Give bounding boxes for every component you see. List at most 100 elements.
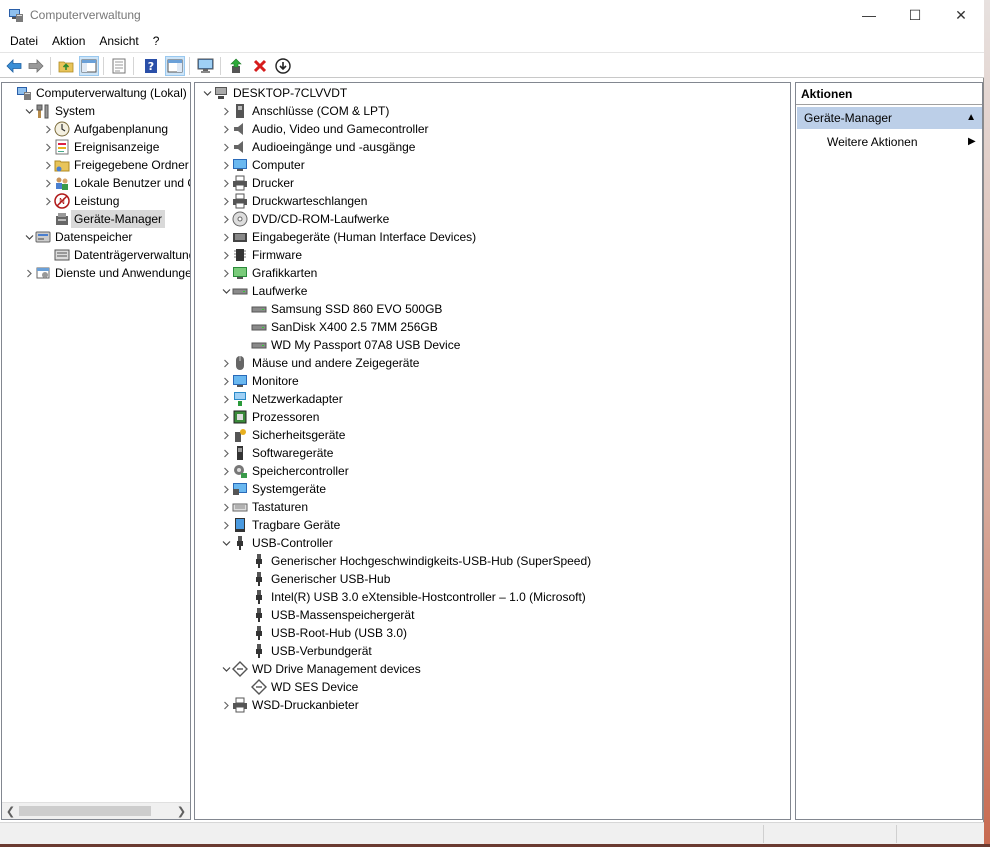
expand-closed-icon[interactable] [220, 210, 232, 228]
expand-open-icon[interactable] [201, 84, 213, 102]
device-generischer-hochgeschwindigkeits-usb-hub-superspeed[interactable]: Generischer Hochgeschwindigkeits-USB-Hub… [239, 552, 591, 570]
nav-system[interactable]: System [23, 102, 95, 120]
device-tree-pane[interactable]: DESKTOP-7CLVVDT Anschlüsse (COM & LPT) Aud… [194, 82, 791, 820]
show-hide-console-tree-button[interactable] [79, 56, 99, 76]
device-prozessoren[interactable]: Prozessoren [220, 408, 319, 426]
close-button[interactable]: ✕ [938, 0, 984, 30]
show-action-pane-button[interactable] [165, 56, 185, 76]
forward-button[interactable] [26, 56, 46, 76]
expand-closed-icon[interactable] [220, 498, 232, 516]
expand-closed-icon[interactable] [42, 156, 54, 174]
expand-open-icon[interactable] [23, 102, 35, 120]
expand-closed-icon[interactable] [220, 390, 232, 408]
nav-gerate-manager[interactable]: Geräte-Manager [42, 210, 166, 228]
expand-closed-icon[interactable] [220, 264, 232, 282]
expand-closed-icon[interactable] [42, 192, 54, 210]
device-firmware[interactable]: Firmware [220, 246, 302, 264]
device-computer[interactable]: Computer [220, 156, 305, 174]
expand-closed-icon[interactable] [220, 228, 232, 246]
expand-closed-icon[interactable] [42, 138, 54, 156]
expand-closed-icon[interactable] [220, 120, 232, 138]
device-sicherheitsgerate[interactable]: Sicherheitsgeräte [220, 426, 345, 444]
scroll-left-icon[interactable]: ❮ [2, 803, 19, 819]
device-desktop-7clvvdt[interactable]: DESKTOP-7CLVVDT [201, 84, 347, 102]
menu-datei[interactable]: Datei [3, 31, 45, 51]
device-tastaturen[interactable]: Tastaturen [220, 498, 308, 516]
menu-aktion[interactable]: Aktion [45, 31, 92, 51]
console-tree-pane[interactable]: Computerverwaltung (Lokal) System Aufgaben… [1, 82, 191, 820]
nav-aufgabenplanung[interactable]: Aufgabenplanung [42, 120, 168, 138]
device-eingabegerate-human-interface-devices[interactable]: Eingabegeräte (Human Interface Devices) [220, 228, 476, 246]
expand-closed-icon[interactable] [220, 102, 232, 120]
device-audioeingange-und-ausgange[interactable]: Audioeingänge und -ausgänge [220, 138, 415, 156]
device-wd-my-passport-07a8-usb-device[interactable]: WD My Passport 07A8 USB Device [239, 336, 460, 354]
up-folder-button[interactable] [56, 56, 76, 76]
expand-closed-icon[interactable] [23, 264, 35, 282]
device-usb-root-hub-usb-3-0[interactable]: USB-Root-Hub (USB 3.0) [239, 624, 407, 642]
device-usb-massenspeichergerat[interactable]: USB-Massenspeichergerät [239, 606, 414, 624]
scan-hardware-button[interactable] [196, 56, 216, 76]
expand-closed-icon[interactable] [42, 174, 54, 192]
expand-closed-icon[interactable] [220, 516, 232, 534]
expand-closed-icon[interactable] [220, 462, 232, 480]
device-netzwerkadapter[interactable]: Netzwerkadapter [220, 390, 343, 408]
device-druckwarteschlangen[interactable]: Druckwarteschlangen [220, 192, 367, 210]
nav-freigegebene-ordner[interactable]: Freigegebene Ordner [42, 156, 189, 174]
expand-closed-icon[interactable] [220, 408, 232, 426]
expand-closed-icon[interactable] [220, 372, 232, 390]
nav-datentragerverwaltung[interactable]: Datenträgerverwaltung [42, 246, 190, 264]
update-driver-button[interactable] [227, 56, 247, 76]
device-wsd-druckanbieter[interactable]: WSD-Druckanbieter [220, 696, 359, 714]
device-grafikkarten[interactable]: Grafikkarten [220, 264, 317, 282]
expand-closed-icon[interactable] [220, 444, 232, 462]
actions-group-device-manager[interactable]: Geräte-Manager ▲ [797, 107, 982, 129]
nav-dienste-und-anwendungen[interactable]: Dienste und Anwendungen [23, 264, 190, 282]
device-dvd-cd-rom-laufwerke[interactable]: DVD/CD-ROM-Laufwerke [220, 210, 389, 228]
device-usb-verbundgerat[interactable]: USB-Verbundgerät [239, 642, 372, 660]
expand-closed-icon[interactable] [220, 246, 232, 264]
device-speichercontroller[interactable]: Speichercontroller [220, 462, 349, 480]
device-tragbare-gerate[interactable]: Tragbare Geräte [220, 516, 340, 534]
device-drucker[interactable]: Drucker [220, 174, 294, 192]
expand-open-icon[interactable] [220, 534, 232, 552]
expand-closed-icon[interactable] [220, 480, 232, 498]
menu-help[interactable]: ? [146, 31, 167, 51]
maximize-button[interactable]: ☐ [892, 0, 938, 30]
horizontal-scrollbar[interactable]: ❮ ❯ [2, 802, 190, 819]
expand-open-icon[interactable] [220, 660, 232, 678]
nav-datenspeicher[interactable]: Datenspeicher [23, 228, 132, 246]
nav-ereignisanzeige[interactable]: Ereignisanzeige [42, 138, 159, 156]
scroll-right-icon[interactable]: ❯ [173, 803, 190, 819]
uninstall-device-button[interactable] [250, 56, 270, 76]
device-anschlusse-com-lpt[interactable]: Anschlüsse (COM & LPT) [220, 102, 389, 120]
properties-button[interactable] [109, 56, 129, 76]
device-wd-ses-device[interactable]: WD SES Device [239, 678, 358, 696]
device-intel-r-usb-3-0-extensible-hostcontroller-1-0-microsoft[interactable]: Intel(R) USB 3.0 eXtensible-Hostcontroll… [239, 588, 586, 606]
scrollbar-thumb[interactable] [19, 806, 151, 816]
expand-closed-icon[interactable] [220, 426, 232, 444]
expand-closed-icon[interactable] [220, 696, 232, 714]
back-button[interactable] [4, 56, 24, 76]
nav-leistung[interactable]: N Leistung [42, 192, 119, 210]
nav-lokale-benutzer-und-gruppen[interactable]: Lokale Benutzer und Gruppen [42, 174, 190, 192]
expand-open-icon[interactable] [23, 228, 35, 246]
minimize-button[interactable]: — [846, 0, 892, 30]
device-wd-drive-management-devices[interactable]: WD Drive Management devices [220, 660, 421, 678]
nav-computerverwaltung-lokal[interactable]: Computerverwaltung (Lokal) [4, 84, 187, 102]
device-monitore[interactable]: Monitore [220, 372, 299, 390]
device-audio-video-und-gamecontroller[interactable]: Audio, Video und Gamecontroller [220, 120, 429, 138]
expand-closed-icon[interactable] [42, 120, 54, 138]
expand-closed-icon[interactable] [220, 138, 232, 156]
expand-closed-icon[interactable] [220, 174, 232, 192]
menu-ansicht[interactable]: Ansicht [92, 31, 145, 51]
disable-device-button[interactable] [273, 56, 293, 76]
help-button[interactable]: ? [141, 56, 161, 76]
collapse-up-icon[interactable]: ▲ [966, 107, 976, 129]
expand-open-icon[interactable] [220, 282, 232, 300]
device-mause-und-andere-zeigegerate[interactable]: Mäuse und andere Zeigegeräte [220, 354, 419, 372]
device-generischer-usb-hub[interactable]: Generischer USB-Hub [239, 570, 390, 588]
expand-closed-icon[interactable] [220, 156, 232, 174]
more-actions-item[interactable]: Weitere Aktionen [827, 133, 918, 151]
expand-closed-icon[interactable] [220, 354, 232, 372]
device-samsung-ssd-860-evo-500gb[interactable]: Samsung SSD 860 EVO 500GB [239, 300, 442, 318]
